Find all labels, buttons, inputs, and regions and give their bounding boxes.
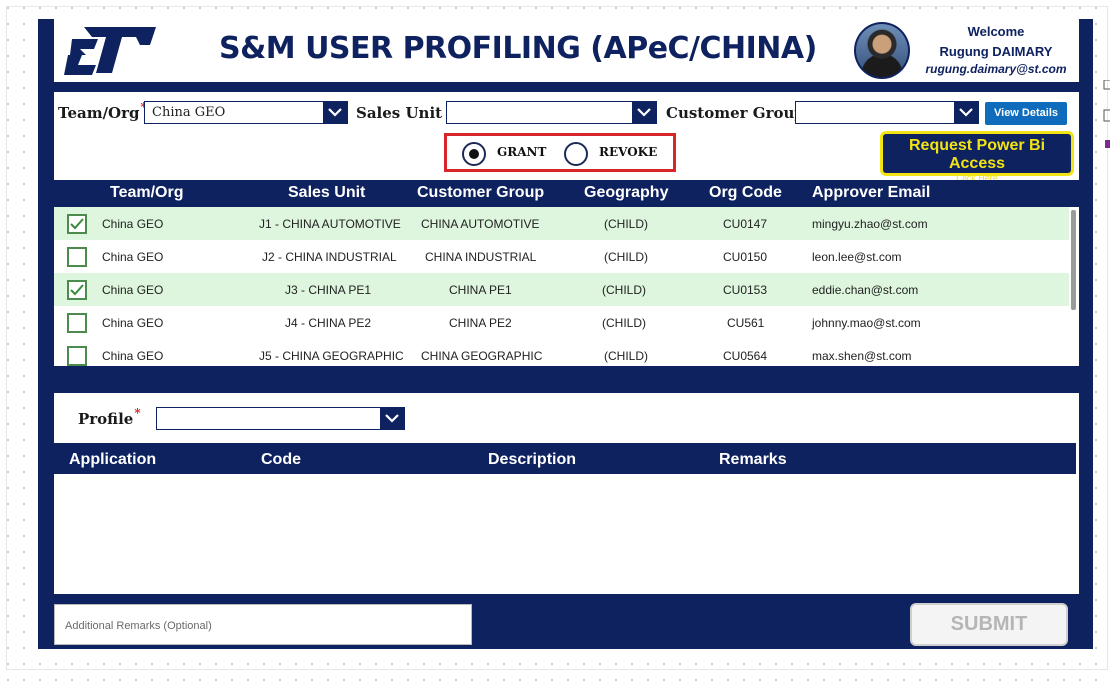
cell-sales-unit: J4 - CHINA PE2: [285, 316, 372, 330]
sales-unit-label: Sales Unit: [356, 104, 443, 122]
cell-team: China GEO: [102, 283, 164, 297]
cell-geography: (CHILD): [602, 316, 646, 330]
welcome-text: Welcome: [967, 24, 1025, 39]
cell-geography: (CHILD): [602, 283, 646, 297]
cell-email: max.shen@st.com: [812, 349, 912, 363]
column-header: Org Code: [709, 184, 782, 201]
view-details-button[interactable]: View Details: [985, 102, 1067, 125]
table-row[interactable]: China GEO J4 - CHINA PE2 CHINA PE2 (CHIL…: [54, 306, 1069, 339]
column-header: Application: [69, 451, 157, 468]
cell-geography: (CHILD): [604, 217, 648, 231]
cell-customer-group: CHINA INDUSTRIAL: [425, 250, 537, 264]
row-checkbox[interactable]: [67, 247, 87, 267]
table-row[interactable]: China GEO J1 - CHINA AUTOMOTIVE CHINA AU…: [54, 207, 1069, 240]
cell-team: China GEO: [102, 316, 164, 330]
filter-panel: Team/Org* China GEO Sales Unit Customer …: [54, 92, 1079, 183]
cell-sales-unit: J2 - CHINA INDUSTRIAL: [262, 250, 397, 264]
radio-selected-dot: [469, 149, 479, 159]
cell-geography: (CHILD): [604, 250, 648, 264]
cell-email: leon.lee@st.com: [812, 250, 902, 264]
cell-org-code: CU561: [727, 316, 765, 330]
profile-dropdown[interactable]: [156, 407, 405, 430]
cell-customer-group: CHINA GEOGRAPHIC: [421, 349, 543, 363]
request-power-bi-access-button[interactable]: Request Power Bi Access Click Here: [880, 131, 1074, 183]
cell-team: China GEO: [102, 217, 164, 231]
revoke-radio[interactable]: [564, 142, 588, 166]
grant-revoke-group: GRANT REVOKE: [444, 133, 676, 172]
row-checkbox[interactable]: [67, 214, 87, 234]
team-org-dropdown[interactable]: China GEO: [144, 101, 348, 124]
welcome-block: Welcome Rugung DAIMARY rugung.daimary@st…: [916, 24, 1076, 76]
column-header: Sales Unit: [288, 184, 366, 201]
cell-team: China GEO: [102, 349, 164, 363]
grant-radio[interactable]: [462, 142, 486, 166]
table-row[interactable]: China GEO J5 - CHINA GEOGRAPHIC CHINA GE…: [54, 339, 1069, 366]
customer-group-dropdown[interactable]: [795, 101, 979, 124]
request-access-label: Request Power Bi Access: [908, 137, 1046, 172]
cell-customer-group: CHINA AUTOMOTIVE: [421, 217, 540, 231]
cell-org-code: CU0150: [723, 250, 768, 264]
cell-sales-unit: J1 - CHINA AUTOMOTIVE: [259, 217, 401, 231]
team-org-label: Team/Org*: [58, 100, 147, 122]
user-email: rugung.daimary@st.com: [925, 62, 1067, 76]
row-checkbox[interactable]: [67, 346, 87, 366]
chevron-down-icon[interactable]: [380, 408, 404, 429]
table-row[interactable]: China GEO J2 - CHINA INDUSTRIAL CHINA IN…: [54, 240, 1069, 273]
cell-sales-unit: J3 - CHINA PE1: [285, 283, 372, 297]
column-header: Remarks: [719, 451, 787, 468]
avatar: [854, 22, 910, 79]
cell-customer-group: CHINA PE2: [449, 316, 512, 330]
cell-email: eddie.chan@st.com: [812, 283, 919, 297]
grid-header: Team/Org Sales Unit Customer Group Geogr…: [54, 180, 1079, 207]
additional-remarks-input[interactable]: Additional Remarks (Optional): [54, 604, 472, 645]
required-mark: *: [134, 406, 141, 420]
header: S&M USER PROFILING (APeC/CHINA) Welcome …: [54, 19, 1079, 82]
customer-group-label: Customer Group: [666, 104, 805, 122]
revoke-label: REVOKE: [599, 145, 658, 159]
column-header: Code: [261, 451, 301, 468]
profile-label: Profile*: [78, 406, 141, 428]
st-logo-icon: [64, 27, 156, 75]
column-header: Description: [488, 451, 577, 468]
profile-panel: Profile* Application Code Description Re…: [54, 393, 1079, 594]
cell-team: China GEO: [102, 250, 164, 264]
cell-customer-group: CHINA PE1: [449, 283, 512, 297]
cell-org-code: CU0147: [723, 217, 768, 231]
team-org-value: China GEO: [152, 105, 226, 120]
cell-email: johnny.mao@st.com: [812, 316, 921, 330]
column-header: Customer Group: [417, 184, 545, 201]
column-header: Team/Org: [110, 184, 184, 201]
user-name: Rugung DAIMARY: [939, 44, 1053, 59]
cell-email: mingyu.zhao@st.com: [812, 217, 928, 231]
column-header: Geography: [584, 184, 669, 201]
cell-geography: (CHILD): [604, 349, 648, 363]
grant-label: GRANT: [497, 145, 547, 159]
edge-toolbar-icons: [1103, 80, 1110, 148]
grid-scrollbar[interactable]: [1071, 210, 1076, 310]
submit-button[interactable]: SUBMIT: [910, 603, 1068, 646]
row-checkbox[interactable]: [67, 313, 87, 333]
checkmark-icon: [70, 218, 84, 230]
table-row[interactable]: China GEO J3 - CHINA PE1 CHINA PE1 (CHIL…: [54, 273, 1069, 306]
grid-body[interactable]: China GEO J1 - CHINA AUTOMOTIVE CHINA AU…: [54, 207, 1079, 366]
row-checkbox[interactable]: [67, 280, 87, 300]
sales-unit-dropdown[interactable]: [446, 101, 657, 124]
checkmark-icon: [70, 284, 84, 296]
cell-sales-unit: J5 - CHINA GEOGRAPHIC: [259, 349, 404, 363]
cell-org-code: CU0564: [723, 349, 768, 363]
chevron-down-icon[interactable]: [323, 102, 347, 123]
chevron-down-icon[interactable]: [954, 102, 978, 123]
chevron-down-icon[interactable]: [632, 102, 656, 123]
application-grid-header: Application Code Description Remarks: [54, 443, 1076, 474]
column-header: Approver Email: [812, 184, 931, 201]
page-title: S&M USER PROFILING (APeC/CHINA): [219, 31, 817, 66]
cell-org-code: CU0153: [723, 283, 768, 297]
